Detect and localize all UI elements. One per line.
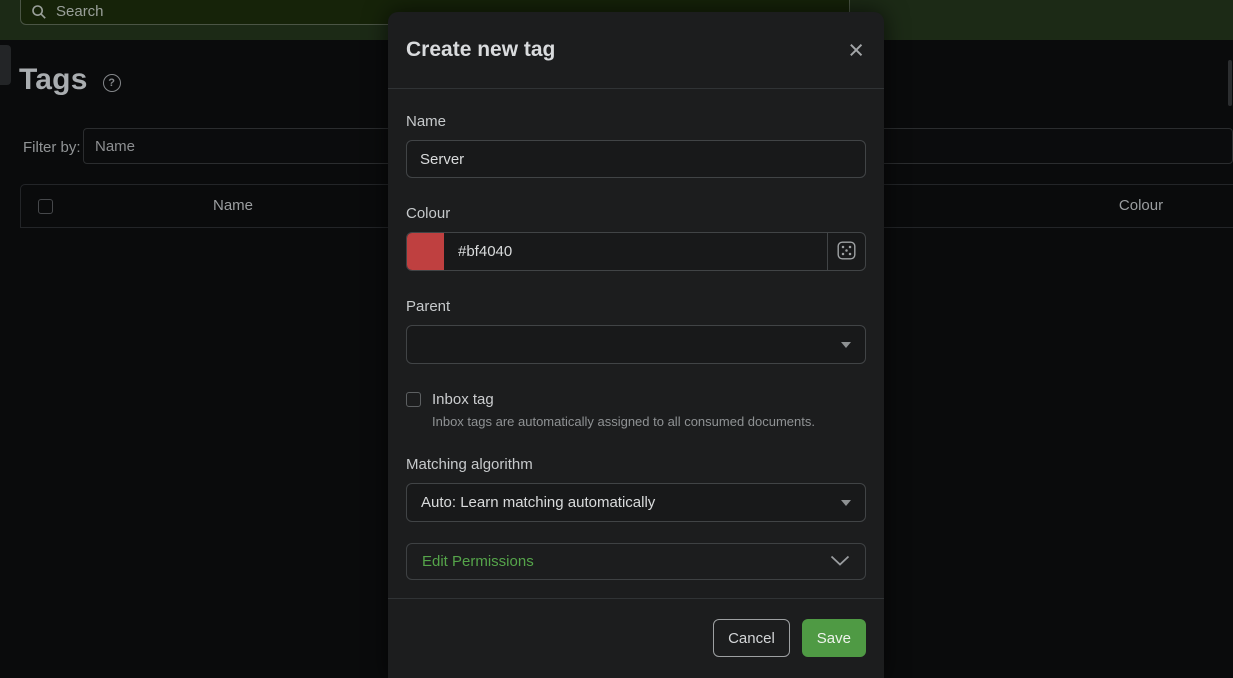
colour-swatch xyxy=(407,233,444,270)
name-input[interactable] xyxy=(406,140,866,178)
close-icon: × xyxy=(848,35,864,65)
sidebar-edge xyxy=(0,45,11,85)
edit-permissions-label: Edit Permissions xyxy=(422,553,534,570)
colour-input-group xyxy=(406,232,866,271)
colour-label: Colour xyxy=(406,205,866,222)
filter-by-label: Filter by: xyxy=(23,139,81,156)
column-header-colour[interactable]: Colour xyxy=(1041,197,1233,214)
inbox-tag-hint: Inbox tags are automatically assigned to… xyxy=(432,414,866,429)
close-button[interactable]: × xyxy=(846,37,866,64)
chevron-down-icon xyxy=(830,554,850,569)
matching-algorithm-value: Auto: Learn matching automatically xyxy=(421,494,655,511)
page-title: Tags xyxy=(19,63,88,97)
colour-input[interactable] xyxy=(444,233,827,270)
cancel-button[interactable]: Cancel xyxy=(713,619,790,657)
scrollbar-thumb[interactable] xyxy=(1228,60,1232,106)
matching-algorithm-select[interactable]: Auto: Learn matching automatically xyxy=(406,483,866,522)
save-button[interactable]: Save xyxy=(802,619,866,657)
modal-body: Name Colour xyxy=(388,89,884,580)
edit-permissions-button[interactable]: Edit Permissions xyxy=(406,543,866,580)
inbox-tag-label: Inbox tag xyxy=(432,391,494,408)
inbox-field: Inbox tag Inbox tags are automatically a… xyxy=(406,391,866,429)
chevron-down-icon xyxy=(841,342,851,348)
help-icon[interactable]: ? xyxy=(103,74,121,92)
colour-field: Colour xyxy=(406,205,866,271)
matching-field: Matching algorithm Auto: Learn matching … xyxy=(406,456,866,522)
name-field: Name xyxy=(406,113,866,178)
dice-icon xyxy=(837,241,856,263)
name-label: Name xyxy=(406,113,866,130)
matching-algorithm-label: Matching algorithm xyxy=(406,456,866,473)
create-tag-modal: Create new tag × Name Colour xyxy=(388,12,884,678)
modal-title: Create new tag xyxy=(406,38,555,62)
random-colour-button[interactable] xyxy=(827,233,865,270)
search-icon xyxy=(31,4,47,20)
modal-footer: Cancel Save xyxy=(388,598,884,673)
parent-field: Parent xyxy=(406,298,866,364)
chevron-down-icon xyxy=(841,500,851,506)
inbox-tag-checkbox[interactable] xyxy=(406,392,421,407)
modal-header: Create new tag × xyxy=(388,12,884,89)
parent-select[interactable] xyxy=(406,325,866,364)
parent-label: Parent xyxy=(406,298,866,315)
column-header-name[interactable]: Name xyxy=(21,197,445,214)
